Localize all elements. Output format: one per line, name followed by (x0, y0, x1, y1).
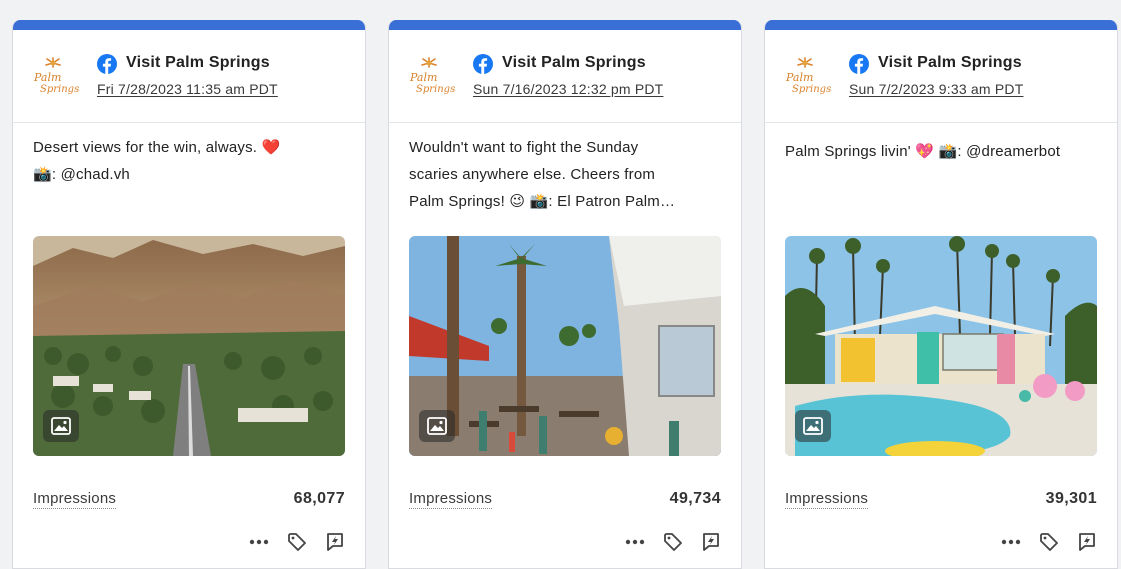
tag-button[interactable] (1037, 530, 1061, 554)
caption-line: Wouldn't want to fight the Sunday (409, 139, 639, 156)
facebook-icon (97, 54, 117, 74)
svg-text:Palm: Palm (409, 71, 437, 84)
caption-line: Desert views for the win, always. ❤️ (33, 139, 281, 156)
caption-line: 📸: @chad.vh (33, 166, 130, 183)
post-card[interactable]: Palm Springs Visit Palm Springs Sun 7/16… (388, 20, 742, 569)
account-name: Visit Palm Springs (126, 54, 270, 71)
ellipsis-icon (249, 539, 269, 545)
image-type-badge (43, 410, 79, 442)
card-header: Palm Springs Visit Palm Springs Sun 7/16… (389, 30, 741, 123)
image-icon (51, 417, 71, 435)
card-header: Palm Springs Visit Palm Springs Sun 7/2/… (765, 30, 1117, 123)
boost-button[interactable] (699, 530, 723, 554)
impressions-label[interactable]: Impressions (33, 490, 117, 509)
midcentury-house-pool-photo (785, 236, 1097, 456)
card-accent-bar (765, 20, 1117, 30)
caption-line: Palm Springs! 😉 📸: El Patron Palm… (409, 193, 676, 210)
caption-line: Palm Springs livin' 💖 📸: @dreamerbot (785, 143, 1061, 160)
post-card[interactable]: Palm Springs Visit Palm Springs Sun 7/2/… (764, 20, 1118, 569)
impressions-label[interactable]: Impressions (785, 490, 869, 509)
account-name: Visit Palm Springs (502, 54, 646, 71)
facebook-icon (473, 54, 493, 74)
svg-text:Springs: Springs (40, 84, 79, 95)
account-name: Visit Palm Springs (878, 54, 1022, 71)
post-card[interactable]: Palm Springs Visit Palm Springs Fri 7/28… (12, 20, 366, 569)
image-icon (803, 417, 823, 435)
post-date-link[interactable]: Sun 7/2/2023 9:33 am PDT (849, 81, 1023, 97)
image-type-badge (795, 410, 831, 442)
tag-icon (288, 533, 306, 551)
svg-text:Palm: Palm (785, 71, 813, 84)
card-actions (999, 530, 1099, 554)
impressions-value: 39,301 (1045, 490, 1097, 507)
post-caption: Desert views for the win, always. ❤️ 📸: … (33, 134, 351, 188)
more-options-button[interactable] (247, 530, 271, 554)
image-icon (427, 417, 447, 435)
card-accent-bar (389, 20, 741, 30)
card-accent-bar (13, 20, 365, 30)
impressions-value: 68,077 (293, 490, 345, 507)
caption-line: scaries anywhere else. Cheers from (409, 166, 656, 183)
boost-button[interactable] (1075, 530, 1099, 554)
boost-icon (327, 533, 343, 551)
post-image[interactable] (785, 236, 1097, 456)
svg-text:Springs: Springs (416, 84, 455, 95)
more-options-button[interactable] (623, 530, 647, 554)
post-caption: Wouldn't want to fight the Sunday scarie… (409, 134, 727, 215)
post-image[interactable] (409, 236, 721, 456)
tag-icon (1040, 533, 1058, 551)
desert-mountain-photo (33, 236, 345, 456)
card-actions (623, 530, 723, 554)
post-image[interactable] (33, 236, 345, 456)
ellipsis-icon (1001, 539, 1021, 545)
tag-button[interactable] (661, 530, 685, 554)
boost-button[interactable] (323, 530, 347, 554)
tag-button[interactable] (285, 530, 309, 554)
boost-icon (1079, 533, 1095, 551)
palm-springs-logo-icon: Palm Springs (33, 57, 79, 95)
card-header: Palm Springs Visit Palm Springs Fri 7/28… (13, 30, 365, 123)
post-date-link[interactable]: Fri 7/28/2023 11:35 am PDT (97, 81, 278, 97)
impressions-label[interactable]: Impressions (409, 490, 493, 509)
palm-springs-logo-icon: Palm Springs (785, 57, 831, 95)
svg-text:Springs: Springs (792, 84, 831, 95)
tag-icon (664, 533, 682, 551)
post-date-link[interactable]: Sun 7/16/2023 12:32 pm PDT (473, 81, 663, 97)
post-caption: Palm Springs livin' 💖 📸: @dreamerbot (785, 138, 1103, 165)
post-board: Palm Springs Visit Palm Springs Fri 7/28… (0, 0, 1121, 569)
svg-text:Palm: Palm (33, 71, 61, 84)
image-type-badge (419, 410, 455, 442)
ellipsis-icon (625, 539, 645, 545)
more-options-button[interactable] (999, 530, 1023, 554)
impressions-value: 49,734 (669, 490, 721, 507)
card-actions (247, 530, 347, 554)
facebook-icon (849, 54, 869, 74)
street-cafe-photo (409, 236, 721, 456)
boost-icon (703, 533, 719, 551)
palm-springs-logo-icon: Palm Springs (409, 57, 455, 95)
